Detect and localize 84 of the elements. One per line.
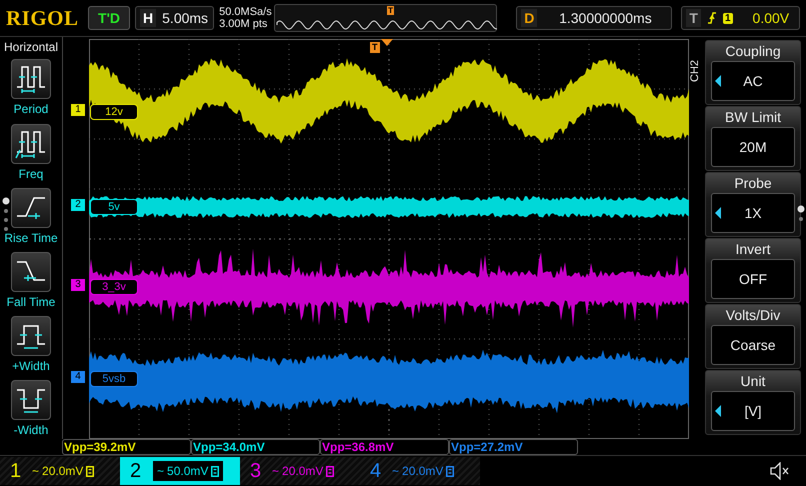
trigger-source: 1 (722, 12, 733, 24)
measure-label: Freq (18, 166, 44, 181)
menu-item-value: AC (743, 73, 763, 90)
trigger-marker: T (387, 6, 394, 16)
menu-item-title: Volts/Div (726, 306, 780, 326)
memory-depth: 3.00M pts (219, 18, 268, 30)
channel-number: 4 (370, 460, 382, 483)
channel-scale: 20.0mV (42, 464, 84, 478)
measurement-readout: Vpp=36.8mV (322, 440, 394, 454)
channel-scale: 20.0mV (402, 464, 444, 478)
trigger-level: 0.00V (752, 10, 790, 26)
measure-button[interactable] (11, 59, 51, 100)
menu-title: Horizontal (4, 40, 58, 54)
trigger-position-icon (381, 39, 393, 48)
measure-label: Period (14, 102, 48, 116)
measurement-readout: Vpp=27.2mV (451, 440, 523, 454)
channel-marker[interactable]: 4 (71, 371, 85, 384)
trigger-box[interactable]: T 1 0.00V (681, 6, 800, 30)
measure-label: Fall Time (6, 294, 56, 309)
menu-item-title: Coupling (725, 42, 781, 62)
menu-item[interactable]: Coupling AC (705, 40, 801, 106)
bandwidth-limit-icon (446, 466, 454, 477)
rising-edge-icon (706, 11, 717, 26)
menu-item-title: BW Limit (725, 108, 781, 128)
channel-number: 2 (130, 460, 142, 483)
measure-button[interactable] (11, 188, 51, 228)
delay-value: 1.30000000ms (558, 10, 653, 26)
bandwidth-limit-icon (211, 466, 220, 477)
trigger-label: T (686, 9, 701, 28)
menu-item-value: 20M (739, 139, 767, 156)
page-indicator-icon (2, 197, 10, 234)
delay-box[interactable]: D 1.30000000ms (516, 6, 672, 30)
coupling-symbol: ~ (32, 464, 40, 478)
menu-item-value: OFF (739, 271, 767, 288)
coupling-symbol: ~ (392, 464, 400, 478)
coupling-symbol: ~ (272, 464, 280, 478)
sample-rate: 50.0MSa/s (219, 6, 270, 18)
menu-item-value: Coarse (730, 337, 776, 354)
menu-item[interactable]: Probe 1X (705, 172, 801, 238)
trigger-marker: T (370, 42, 380, 54)
channel-scale: 20.0mV (282, 464, 324, 478)
measurement-readout: Vpp=39.2mV (64, 440, 136, 454)
timebase-value: 5.00ms (162, 10, 208, 26)
channel-button[interactable]: 3 ~ 20.0mV (240, 457, 360, 486)
channel-label: 5v (90, 199, 138, 216)
channel-label: 3_3v (90, 279, 138, 296)
menu-item-title: Invert (735, 240, 770, 260)
channel-number: 1 (10, 460, 22, 483)
menu-item[interactable]: Volts/Div Coarse (705, 304, 801, 370)
speaker-muted-icon[interactable] (770, 462, 790, 480)
bandwidth-limit-icon (326, 466, 334, 477)
timebase-label: H (140, 9, 156, 28)
measure-button[interactable] (11, 380, 51, 420)
delay-label: D (521, 9, 538, 28)
channel-tab[interactable]: CH2 (689, 47, 703, 96)
measure-label: -Width (14, 423, 48, 438)
channel-number: 3 (250, 460, 262, 483)
channel-label: 12v (90, 104, 138, 120)
channel-marker[interactable]: 3 (71, 279, 85, 292)
channel-button[interactable]: 2 ~ 50.0mV (120, 457, 240, 486)
logo: RIGOL (6, 6, 80, 31)
menu-item-value: 1X (744, 205, 762, 222)
measure-label: +Width (12, 359, 50, 374)
menu-item[interactable]: Invert OFF (705, 238, 801, 304)
channel-button[interactable]: 4 ~ 20.0mV (360, 457, 480, 486)
menu-item[interactable]: Unit [V] (705, 370, 801, 436)
channel-marker[interactable]: 2 (71, 199, 85, 212)
timebase-box[interactable]: H 5.00ms (135, 6, 214, 30)
measurement-readout: Vpp=34.0mV (193, 440, 265, 454)
menu-item-title: Unit (740, 372, 766, 392)
channel-marker[interactable]: 1 (71, 104, 85, 116)
measure-button[interactable] (11, 124, 51, 164)
menu-item-value: [V] (744, 403, 762, 420)
measure-button[interactable] (11, 252, 51, 292)
menu-item-title: Probe (734, 174, 772, 194)
coupling-symbol: ~ (157, 464, 164, 478)
measure-button[interactable] (11, 316, 51, 356)
run-status[interactable]: T'D (88, 6, 130, 30)
menu-item[interactable]: BW Limit 20M (705, 106, 801, 172)
channel-button[interactable]: 1 ~ 20.0mV (0, 457, 120, 486)
measure-label: Rise Time (4, 230, 58, 245)
bandwidth-limit-icon (86, 466, 94, 477)
channel-scale: 50.0mV (167, 464, 208, 478)
channel-label: 5vsb (90, 371, 138, 388)
